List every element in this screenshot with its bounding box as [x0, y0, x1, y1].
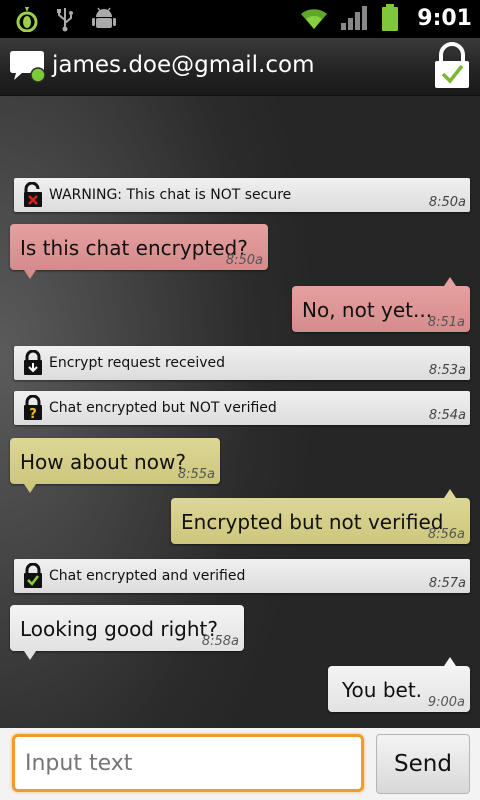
title-bar: james.doe@gmail.com [0, 38, 480, 96]
send-button[interactable]: Send [376, 734, 470, 794]
message-text: You bet. [342, 678, 423, 702]
message-input-box[interactable] [12, 734, 364, 792]
bubble-tail [24, 651, 36, 660]
message-time: 8:50a [428, 195, 466, 210]
message-input[interactable] [25, 745, 345, 781]
wifi-icon [301, 9, 328, 29]
composer-bar: Send [0, 728, 480, 800]
system-message: WARNING: This chat is NOT secure 8:50a [14, 178, 470, 212]
message-time: 8:51a [427, 315, 465, 330]
bubble-tail [444, 489, 456, 498]
chat-bubble-online-icon [10, 51, 46, 83]
bubble-tail [24, 270, 36, 279]
system-message-text: WARNING: This chat is NOT secure [49, 187, 292, 203]
lock-check-icon [24, 563, 42, 588]
system-message-text: Chat encrypted and verified [49, 568, 246, 584]
contact-title: james.doe@gmail.com [52, 52, 315, 78]
android-debug-icon [92, 7, 116, 28]
outgoing-message: No, not yet... 8:51a [292, 277, 470, 332]
message-text: No, not yet... [302, 298, 433, 322]
bubble-tail [444, 657, 456, 666]
message-time: 8:53a [428, 363, 466, 378]
chat-history[interactable]: WARNING: This chat is NOT secure 8:50a I… [0, 96, 480, 728]
message-text: Encrypted but not verified [181, 510, 444, 534]
message-time: 8:55a [177, 467, 215, 482]
message-time: 8:50a [225, 253, 263, 268]
outgoing-message: You bet. 9:00a [328, 657, 470, 712]
incoming-message: Is this chat encrypted? 8:50a [10, 224, 268, 279]
lock-check-icon[interactable] [432, 42, 472, 90]
system-message-text: Encrypt request received [49, 355, 225, 371]
svg-text:?: ? [29, 407, 37, 421]
signal-icon [341, 6, 368, 30]
system-message: ? Chat encrypted but NOT verified 8:54a [14, 391, 470, 425]
system-message: Encrypt request received 8:53a [14, 346, 470, 380]
message-time: 9:00a [427, 695, 465, 710]
message-time: 8:56a [427, 527, 465, 542]
orbot-icon [16, 7, 38, 32]
status-bar: 9:01 [0, 0, 480, 38]
message-time: 8:58a [201, 634, 239, 649]
usb-icon [57, 8, 73, 32]
bubble-tail [444, 277, 456, 286]
message-text: Is this chat encrypted? [20, 236, 248, 260]
incoming-message: Looking good right? 8:58a [10, 605, 244, 660]
message-text: How about now? [20, 450, 186, 474]
outgoing-message: Encrypted but not verified 8:56a [171, 489, 470, 544]
lock-question-icon: ? [24, 395, 42, 421]
bubble-tail [24, 484, 36, 493]
system-message-text: Chat encrypted but NOT verified [49, 400, 277, 416]
message-text: Looking good right? [20, 617, 218, 641]
message-time: 8:57a [428, 576, 466, 591]
clock: 9:01 [417, 5, 472, 31]
lock-download-icon [24, 350, 42, 375]
unlocked-warning-icon [24, 182, 42, 207]
system-message: Chat encrypted and verified 8:57a [14, 559, 470, 593]
message-time: 8:54a [428, 408, 466, 423]
incoming-message: How about now? 8:55a [10, 438, 220, 493]
battery-icon [382, 4, 399, 31]
